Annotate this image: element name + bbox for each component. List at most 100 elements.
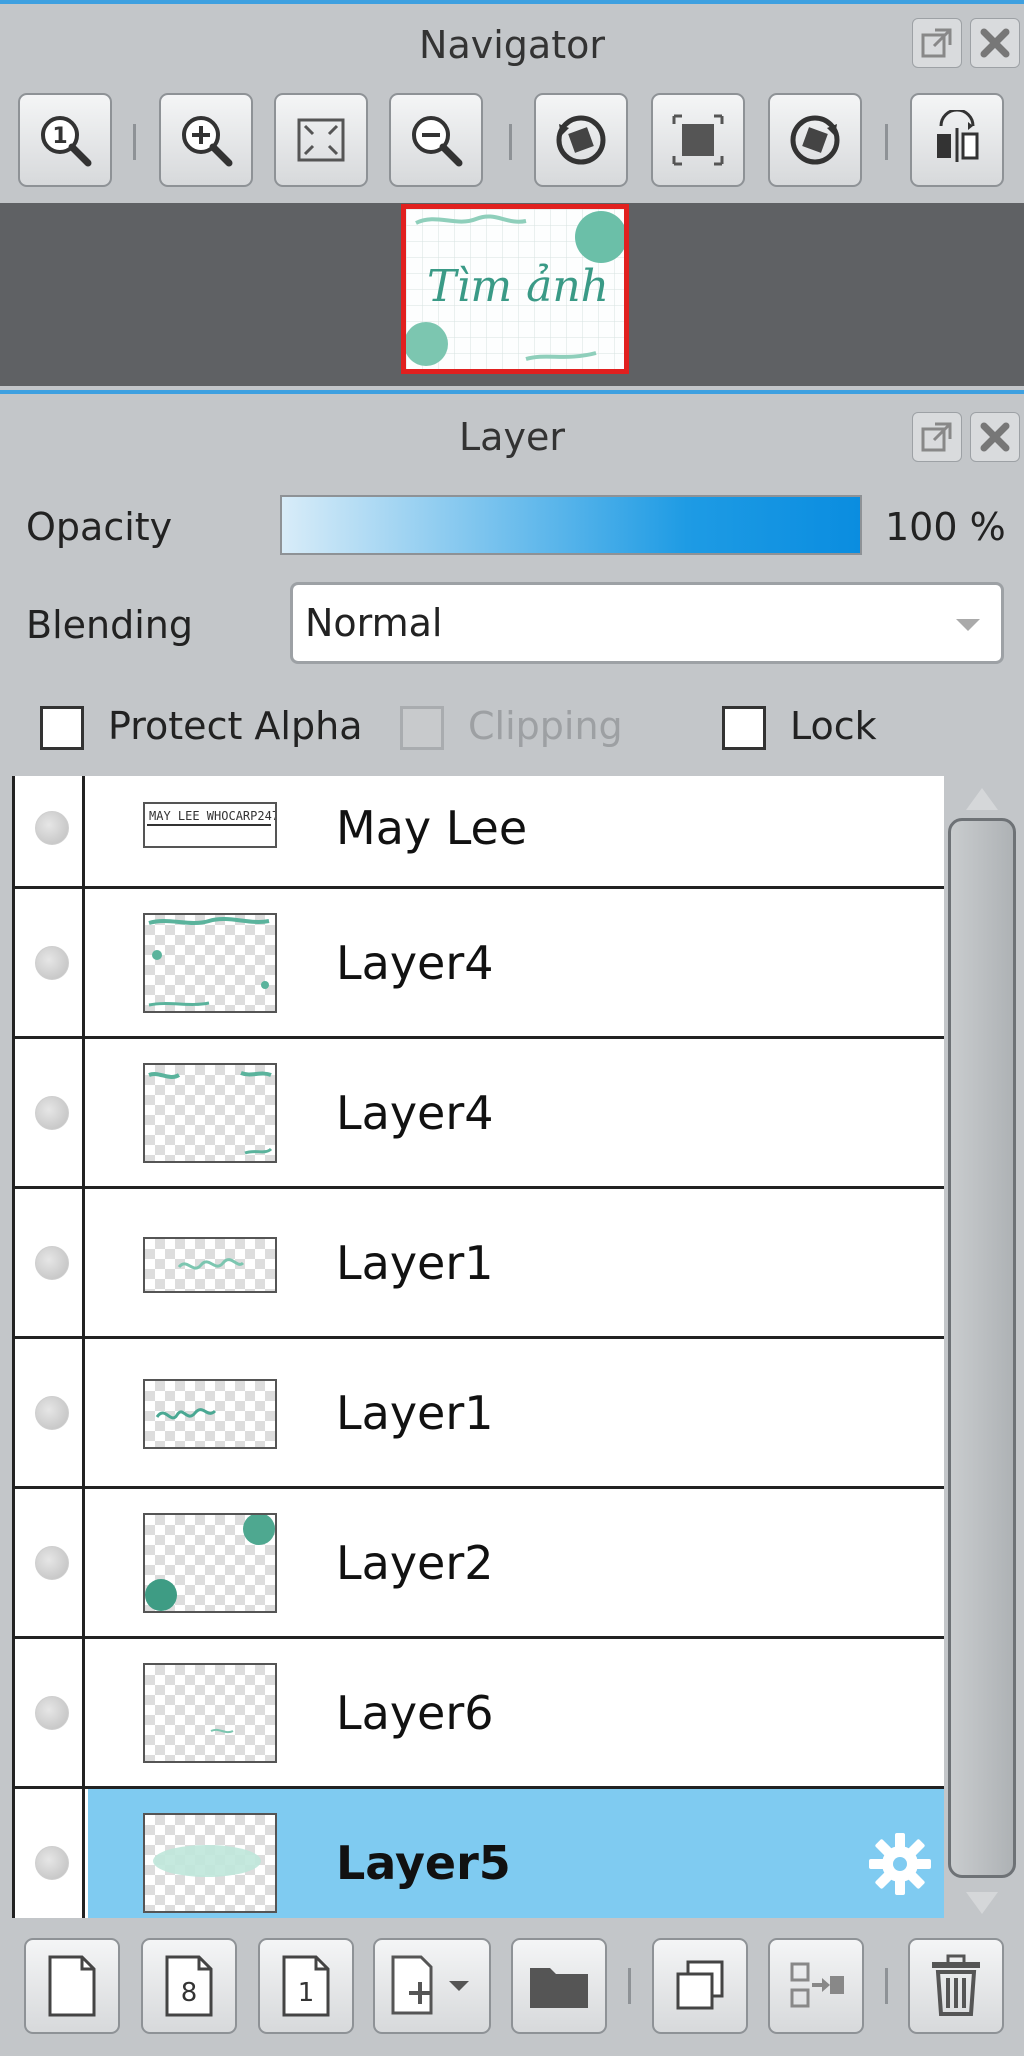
delete-layer-icon <box>932 1954 980 2016</box>
layer-row[interactable]: Layer1 <box>15 1339 944 1489</box>
layer-name: Layer2 <box>336 1535 494 1590</box>
layer-popout-button[interactable] <box>912 412 962 462</box>
layer-visibility-toggle[interactable] <box>15 1639 85 1786</box>
layer-row[interactable]: Layer4 <box>15 889 944 1039</box>
scrollbar-thumb[interactable] <box>948 818 1016 1878</box>
layer-close-button[interactable] <box>970 412 1020 462</box>
navigator-close-button[interactable] <box>970 18 1020 68</box>
add-layer-menu-icon <box>391 1955 469 2015</box>
canvas-preview-image: Tìm ảnh <box>406 209 624 369</box>
layer-row[interactable]: Layer2 <box>15 1489 944 1639</box>
layer-thumbnail <box>143 1063 277 1163</box>
visibility-dot-icon <box>35 945 69 980</box>
layer-name: Layer5 <box>336 1835 511 1890</box>
blending-select[interactable]: Normal <box>290 582 1004 664</box>
zoom-actual-button[interactable]: 1 <box>18 93 112 187</box>
layer-thumbnail: MAY LEE WHOCARP247.COM <box>143 802 308 848</box>
lock-checkbox[interactable] <box>722 706 766 750</box>
new-1bit-layer-button[interactable]: 1 <box>258 1938 354 2034</box>
close-icon <box>980 422 1010 452</box>
reset-view-icon <box>672 114 724 166</box>
zoom-out-button[interactable] <box>389 93 483 187</box>
new-8bit-layer-button[interactable]: 8 <box>141 1938 237 2034</box>
layer-visibility-toggle[interactable] <box>15 1489 85 1636</box>
layer-list[interactable]: MAY LEE WHOCARP247.COM May Lee Layer4 La… <box>12 776 944 1918</box>
scroll-up-arrow-icon[interactable] <box>966 788 998 810</box>
layer-settings-gear-icon[interactable] <box>865 1829 935 1899</box>
navigator-title: Navigator <box>419 23 605 67</box>
layer-visibility-toggle[interactable] <box>15 1039 85 1186</box>
navigator-canvas-thumbnail[interactable]: Tìm ảnh <box>401 204 629 374</box>
popout-icon <box>921 422 952 452</box>
close-icon <box>980 28 1010 58</box>
layer-name: Layer6 <box>336 1685 494 1740</box>
reset-view-button[interactable] <box>651 93 745 187</box>
svg-text:1: 1 <box>52 124 67 149</box>
zoom-in-button[interactable] <box>159 93 253 187</box>
layer-name: May Lee <box>336 800 528 855</box>
layer-visibility-toggle[interactable] <box>15 1339 85 1486</box>
scroll-down-arrow-icon[interactable] <box>966 1892 998 1914</box>
layer-row[interactable]: Layer6 <box>15 1639 944 1789</box>
thumbnail-title-text: Tìm ảnh <box>427 261 609 312</box>
clipping-checkbox[interactable] <box>400 706 444 750</box>
flip-horizontal-button[interactable] <box>910 93 1004 187</box>
blending-selected-value: Normal <box>305 601 443 645</box>
chevron-down-icon <box>956 619 980 631</box>
toolbar-separator <box>509 124 512 160</box>
opacity-slider[interactable] <box>280 495 862 555</box>
zoom-in-icon <box>182 116 233 167</box>
toolbar-separator <box>885 1968 888 2004</box>
visibility-dot-icon <box>35 1395 69 1430</box>
duplicate-layer-icon <box>676 1960 724 2010</box>
flip-horizontal-icon <box>937 110 979 162</box>
layer-name: Layer4 <box>336 1085 494 1140</box>
rotate-left-button[interactable] <box>534 93 628 187</box>
layer-thumbnail <box>143 1237 277 1293</box>
layer-row[interactable]: MAY LEE WHOCARP247.COM May Lee <box>15 776 944 889</box>
bit-depth-label: 8 <box>181 1978 198 2008</box>
opacity-label: Opacity <box>26 505 173 549</box>
popout-icon <box>921 28 952 58</box>
toolbar-separator <box>885 124 888 160</box>
visibility-dot-icon <box>35 1245 69 1280</box>
layer-thumbnail <box>143 1379 277 1449</box>
rotate-left-icon <box>556 115 606 165</box>
layer-row[interactable]: Layer4 <box>15 1039 944 1189</box>
opacity-value: 100 % <box>885 505 1006 549</box>
new-folder-icon <box>530 1968 588 2008</box>
new-raster-layer-icon <box>48 1955 96 2017</box>
layer-row-selected[interactable]: Layer5 <box>15 1789 944 1918</box>
rotate-right-button[interactable] <box>768 93 862 187</box>
new-raster-layer-button[interactable] <box>24 1938 120 2034</box>
delete-layer-button[interactable] <box>908 1938 1004 2034</box>
fit-screen-button[interactable] <box>274 93 368 187</box>
zoom-actual-icon: 1 <box>41 116 92 167</box>
new-folder-button[interactable] <box>511 1938 607 2034</box>
lock-label: Lock <box>790 704 877 748</box>
layer-thumbnail <box>143 1513 277 1613</box>
layer-panel-title: Layer <box>459 415 565 459</box>
new-8bit-layer-icon: 8 <box>165 1955 213 2017</box>
rotate-right-icon <box>790 115 840 165</box>
visibility-dot-icon <box>35 810 69 845</box>
layer-row[interactable]: Layer1 <box>15 1189 944 1339</box>
layer-name: Layer4 <box>336 935 494 990</box>
layer-bottom-toolbar: 8 1 <box>0 1918 1024 2056</box>
toolbar-separator <box>133 124 136 160</box>
clipping-label: Clipping <box>468 704 623 748</box>
protect-alpha-checkbox[interactable] <box>40 706 84 750</box>
blending-label: Blending <box>26 603 193 647</box>
layer-visibility-toggle[interactable] <box>15 1789 85 1918</box>
add-layer-menu-button[interactable] <box>373 1938 491 2034</box>
layer-visibility-toggle[interactable] <box>15 776 85 886</box>
layer-thumbnail-text: MAY LEE WHOCARP247.COM <box>149 809 275 823</box>
navigator-popout-button[interactable] <box>912 18 962 68</box>
layer-visibility-toggle[interactable] <box>15 1189 85 1336</box>
bit-depth-label: 1 <box>298 1978 315 2008</box>
duplicate-layer-button[interactable] <box>652 1938 748 2034</box>
merge-down-button[interactable] <box>768 1938 864 2034</box>
layer-visibility-toggle[interactable] <box>15 889 85 1036</box>
visibility-dot-icon <box>35 1845 69 1880</box>
layer-name: Layer1 <box>336 1235 494 1290</box>
